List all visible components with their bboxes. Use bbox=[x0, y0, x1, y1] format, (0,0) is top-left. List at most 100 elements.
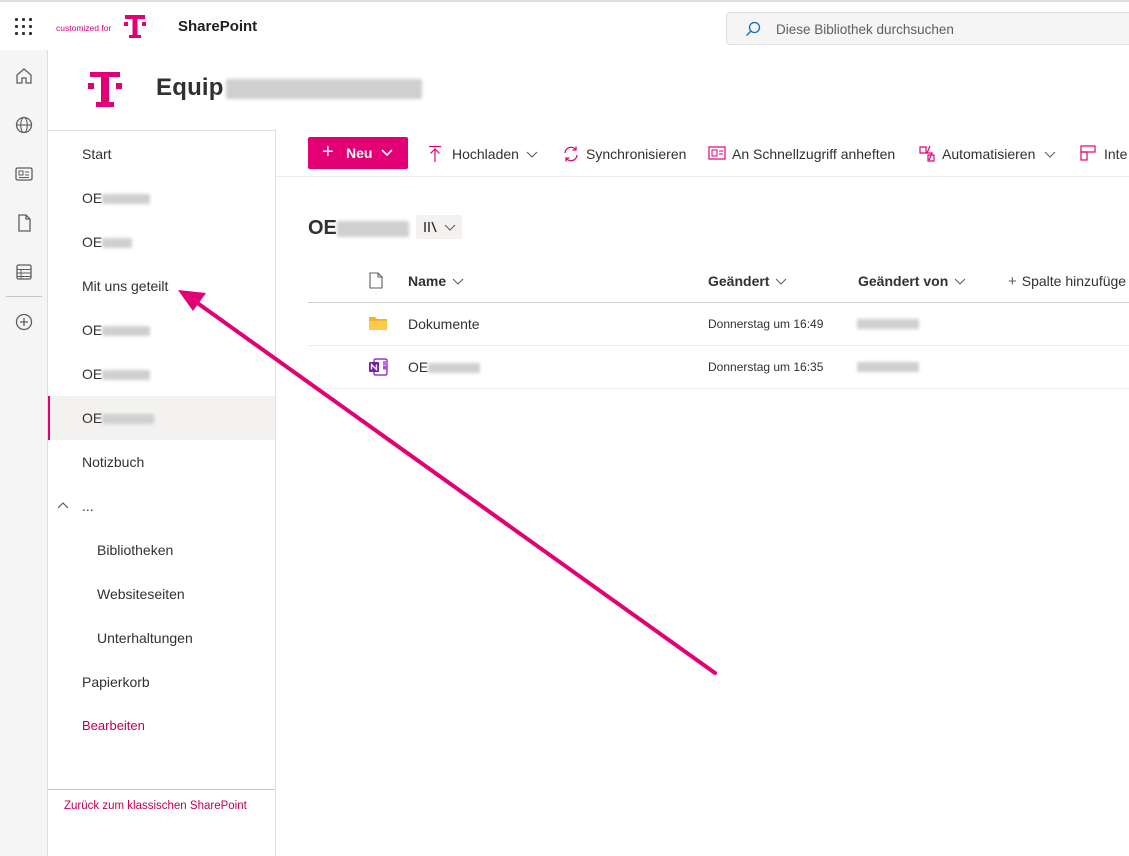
nav-item-label: Bibliotheken bbox=[97, 542, 174, 558]
pin-label: An Schnellzugriff anheften bbox=[732, 146, 896, 162]
site-title[interactable]: Equip bbox=[156, 74, 422, 102]
chevron-down-icon bbox=[452, 278, 464, 286]
nav-group-more[interactable]: ... bbox=[48, 484, 275, 528]
command-bar: + Neu Hochladen Synchronisieren An Schne… bbox=[276, 131, 1129, 177]
integrate-icon bbox=[1080, 145, 1096, 161]
nav-item-libraries[interactable]: Bibliotheken bbox=[48, 528, 275, 572]
onenote-icon bbox=[369, 358, 388, 376]
plus-icon: + bbox=[322, 141, 334, 163]
news-icon[interactable] bbox=[14, 164, 34, 184]
nav-item-oe-4[interactable]: OE bbox=[48, 352, 275, 396]
redacted-text bbox=[102, 370, 151, 381]
new-button-label: Neu bbox=[346, 145, 373, 161]
library-view-icon bbox=[424, 221, 437, 233]
nav-edit-link[interactable]: Bearbeiten bbox=[48, 704, 275, 748]
search-placeholder: Diese Bibliothek durchsuchen bbox=[776, 22, 954, 37]
site-header: Equip bbox=[48, 50, 1129, 130]
nav-item-label: Start bbox=[82, 146, 112, 162]
integrate-label: Inte bbox=[1104, 146, 1128, 162]
nav-item-shared-with-us[interactable]: Mit uns geteilt bbox=[48, 264, 275, 308]
sync-button[interactable]: Synchronisieren bbox=[562, 144, 690, 164]
library-title: OE bbox=[308, 217, 409, 240]
nav-item-label: ... bbox=[82, 498, 94, 514]
left-navigation: Start OE OE Mit uns geteilt OE OE OE Not… bbox=[48, 130, 276, 856]
nav-item-label: OE bbox=[82, 322, 151, 338]
list-header: Name Geändert Geändert von + Spalte hinzu… bbox=[308, 259, 1129, 303]
nav-item-oe-3[interactable]: OE bbox=[48, 308, 275, 352]
globe-icon[interactable] bbox=[14, 115, 34, 135]
redacted-text bbox=[102, 326, 151, 337]
search-icon bbox=[746, 21, 761, 36]
nav-item-start[interactable]: Start bbox=[48, 132, 275, 176]
nav-item-recycle-bin[interactable]: Papierkorb bbox=[48, 660, 275, 704]
suite-bar: customized for SharePoint Diese Biblioth… bbox=[0, 0, 1129, 50]
redacted-text bbox=[102, 238, 133, 249]
row-name[interactable]: Dokumente bbox=[408, 316, 480, 332]
library-title-text: OE bbox=[308, 217, 337, 239]
chevron-down-icon bbox=[444, 224, 456, 231]
nav-item-label: Websiteseiten bbox=[97, 586, 185, 602]
site-title-text: Equip bbox=[156, 74, 224, 101]
telekom-logo-icon[interactable] bbox=[124, 15, 146, 39]
upload-icon bbox=[429, 145, 441, 162]
folder-icon bbox=[369, 317, 387, 330]
classic-sharepoint-label: Zurück zum klassischen SharePoint bbox=[64, 800, 247, 812]
lists-icon[interactable] bbox=[14, 262, 34, 282]
search-box[interactable]: Diese Bibliothek durchsuchen bbox=[726, 12, 1129, 45]
column-header-name[interactable]: Name bbox=[408, 273, 464, 289]
home-icon[interactable] bbox=[14, 66, 34, 86]
add-column-label: Spalte hinzufüge bbox=[1021, 273, 1127, 289]
list-row-onenote[interactable]: OE Donnerstag um 16:35 bbox=[308, 346, 1129, 389]
app-launcher-icon[interactable] bbox=[15, 18, 33, 36]
site-title-redacted bbox=[225, 78, 422, 99]
chevron-up-icon[interactable] bbox=[57, 501, 69, 509]
app-bar bbox=[0, 50, 48, 856]
chevron-down-icon bbox=[1044, 151, 1056, 158]
nav-item-oe-1[interactable]: OE bbox=[48, 176, 275, 220]
create-plus-icon[interactable] bbox=[14, 312, 34, 332]
automate-label: Automatisieren bbox=[942, 146, 1036, 162]
app-name[interactable]: SharePoint bbox=[178, 18, 257, 35]
site-logo-icon[interactable] bbox=[88, 72, 122, 108]
view-switcher-button[interactable] bbox=[416, 215, 462, 239]
sync-label: Synchronisieren bbox=[586, 146, 687, 162]
library-title-redacted bbox=[336, 220, 409, 237]
nav-item-oe-2[interactable]: OE bbox=[48, 220, 275, 264]
redacted-text bbox=[102, 414, 155, 425]
row-modified: Donnerstag um 16:35 bbox=[708, 360, 824, 374]
nav-item-label: Unterhaltungen bbox=[97, 630, 193, 646]
add-column-button[interactable]: + Spalte hinzufüge bbox=[1008, 273, 1126, 290]
nav-item-label: OE bbox=[82, 190, 151, 206]
column-header-modified-by[interactable]: Geändert von bbox=[858, 273, 966, 289]
nav-item-label: Mit uns geteilt bbox=[82, 278, 169, 294]
automate-icon bbox=[919, 145, 935, 162]
app-bar-divider bbox=[6, 296, 42, 297]
file-type-icon[interactable] bbox=[369, 272, 383, 289]
row-modified: Donnerstag um 16:49 bbox=[708, 317, 824, 331]
nav-edit-label: Bearbeiten bbox=[82, 718, 145, 733]
row-name[interactable]: OE bbox=[408, 359, 481, 375]
chevron-down-icon bbox=[526, 151, 538, 158]
chevron-down-icon bbox=[954, 278, 966, 286]
nav-item-conversations[interactable]: Unterhaltungen bbox=[48, 616, 275, 660]
nav-item-label: OE bbox=[82, 234, 133, 250]
redacted-text bbox=[428, 363, 481, 374]
chevron-down-icon bbox=[776, 278, 787, 286]
pin-quick-access-button[interactable]: An Schnellzugriff anheften bbox=[708, 144, 900, 164]
customized-for-label: customized for bbox=[56, 23, 112, 33]
nav-item-label: OE bbox=[82, 366, 151, 382]
pin-icon bbox=[708, 146, 726, 160]
nav-item-notebook[interactable]: Notizbuch bbox=[48, 440, 275, 484]
new-button[interactable]: + Neu bbox=[308, 137, 408, 169]
nav-item-oe-selected[interactable]: OE bbox=[48, 396, 275, 440]
nav-item-site-pages[interactable]: Websiteseiten bbox=[48, 572, 275, 616]
upload-button[interactable]: Hochladen bbox=[428, 144, 540, 164]
automate-button[interactable]: Automatisieren bbox=[918, 144, 1058, 164]
nav-item-label: OE bbox=[82, 410, 155, 426]
column-header-modified[interactable]: Geändert bbox=[708, 273, 787, 289]
classic-sharepoint-link[interactable]: Zurück zum klassischen SharePoint bbox=[48, 789, 275, 812]
list-row-dokumente[interactable]: Dokumente Donnerstag um 16:49 bbox=[308, 303, 1129, 346]
document-icon[interactable] bbox=[14, 213, 34, 233]
row-modified-by-redacted bbox=[857, 319, 919, 329]
integrate-button[interactable]: Inte bbox=[1080, 144, 1129, 164]
